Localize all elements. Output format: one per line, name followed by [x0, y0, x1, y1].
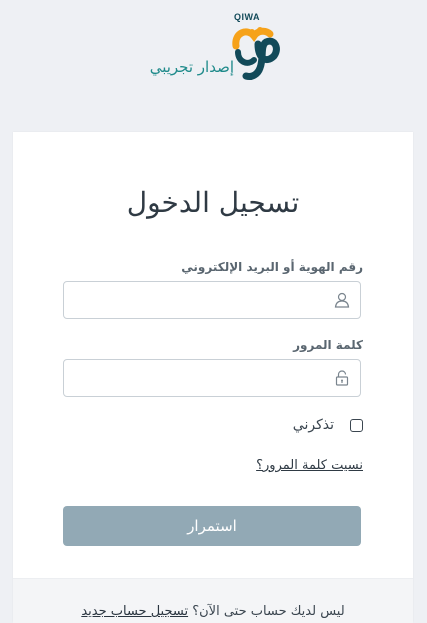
qiwa-logo-mark-icon	[232, 27, 280, 80]
page-title: تسجيل الدخول	[126, 186, 300, 219]
login-card: تسجيل الدخول رقم الهوية أو البريد الإلكت…	[13, 132, 413, 623]
header: QIWA إصدار تجريبي	[0, 0, 427, 132]
register-footer: ليس لديك حساب حتى الآن؟ تسجيل حساب جديد	[13, 578, 413, 623]
forgot-password-link[interactable]: نسيت كلمة المرور؟	[256, 458, 363, 473]
register-question: ليس لديك حساب حتى الآن؟	[192, 604, 345, 619]
logo-text: QIWA	[234, 12, 260, 22]
continue-button[interactable]: استمرار	[63, 506, 361, 546]
lock-icon	[333, 369, 351, 387]
password-field[interactable]	[63, 359, 361, 398]
remember-me[interactable]: تذكرني	[293, 416, 363, 434]
id-email-field[interactable]	[63, 281, 361, 320]
logo-subtitle: إصدار تجريبي	[149, 58, 234, 76]
register-prompt: ليس لديك حساب حتى الآن؟ تسجيل حساب جديد	[13, 604, 413, 619]
remember-label: تذكرني	[292, 417, 334, 433]
qiwa-logo[interactable]: QIWA إصدار تجريبي	[120, 8, 280, 88]
remember-checkbox[interactable]	[350, 418, 363, 432]
password-label: كلمة المرور	[293, 338, 363, 352]
password-input[interactable]	[72, 360, 324, 398]
user-icon	[333, 291, 351, 309]
id-email-input[interactable]	[72, 282, 324, 320]
id-email-label: رقم الهوية أو البريد الإلكتروني	[181, 260, 363, 274]
register-link[interactable]: تسجيل حساب جديد	[81, 604, 188, 619]
